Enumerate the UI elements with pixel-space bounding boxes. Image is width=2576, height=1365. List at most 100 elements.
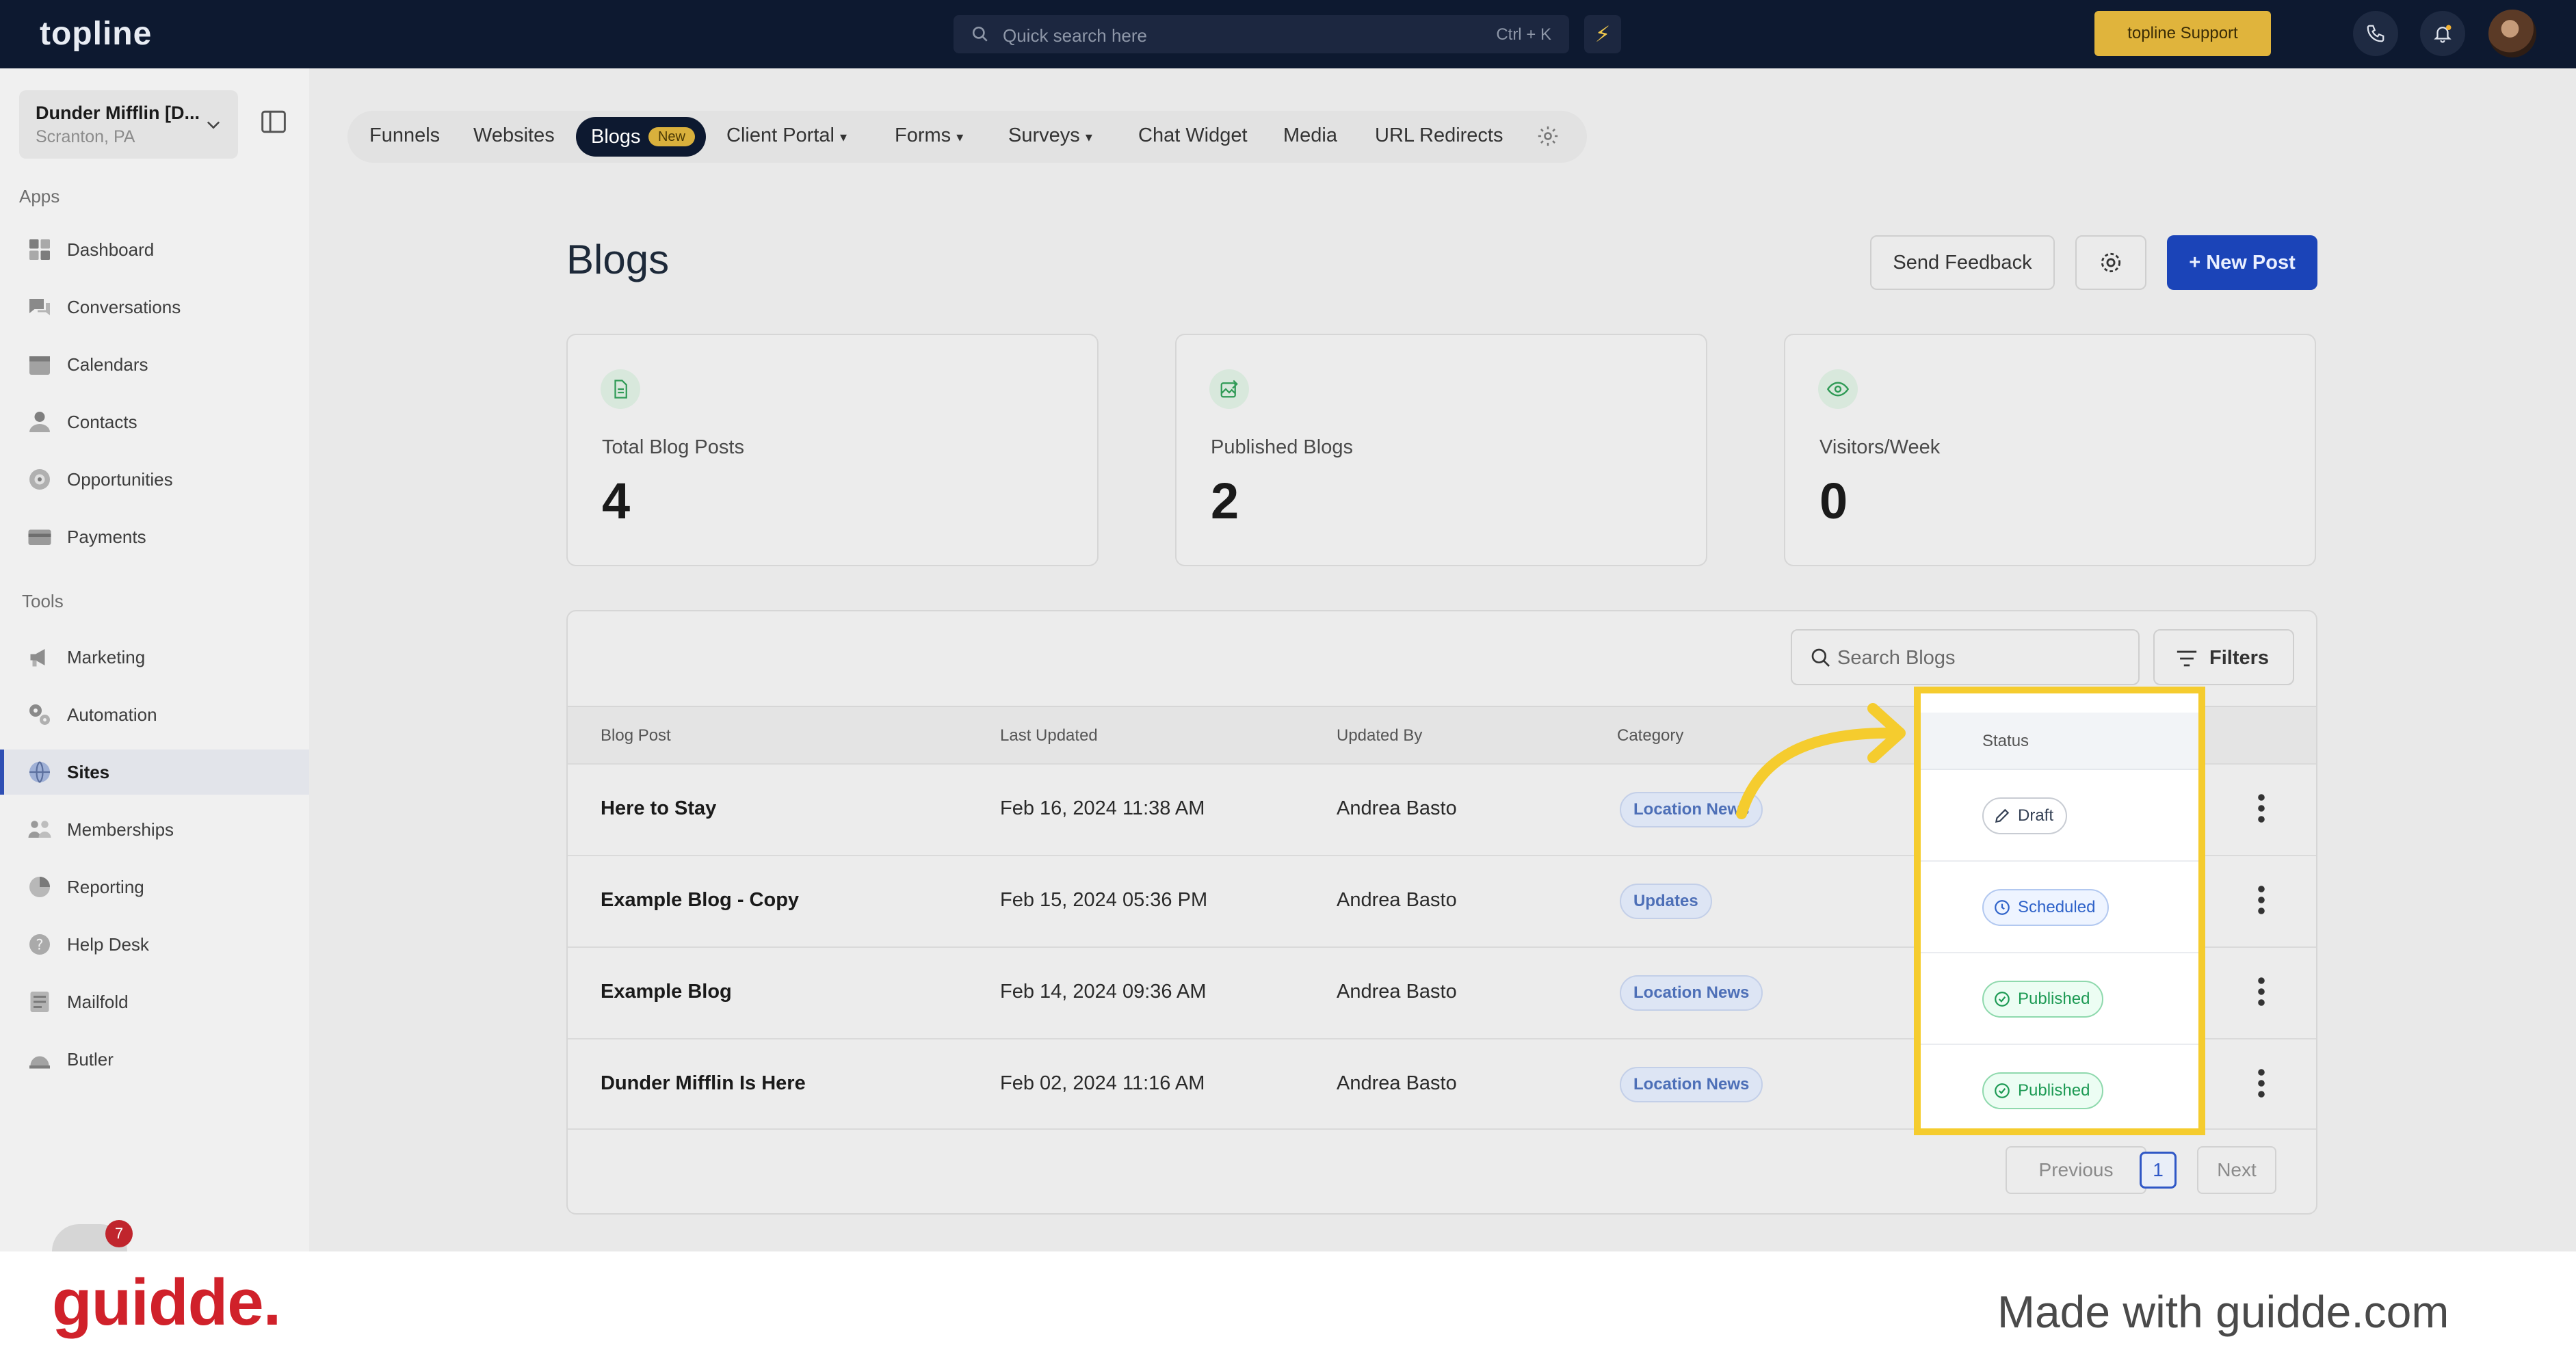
account-switcher[interactable]: Dunder Mifflin [D... Scranton, PA	[19, 90, 238, 159]
sidebar-item-label: Dashboard	[67, 239, 155, 260]
sidebar-item-dashboard[interactable]: Dashboard	[0, 227, 309, 272]
tab-surveys[interactable]: Surveys ▾	[1008, 124, 1092, 147]
search-blogs-input[interactable]: Search Blogs	[1791, 629, 2140, 685]
previous-page-button[interactable]: Previous	[2006, 1146, 2146, 1194]
column-header-last-updated[interactable]: Last Updated	[1000, 726, 1098, 745]
support-button[interactable]: topline Support	[2094, 11, 2271, 56]
chat-icon	[29, 299, 50, 315]
help-icon: ?	[29, 934, 50, 955]
column-header-blog-post[interactable]: Blog Post	[601, 726, 671, 745]
blog-post-title[interactable]: Example Blog - Copy	[601, 889, 799, 912]
search-icon	[971, 25, 989, 43]
sidebar-item-label: Butler	[67, 1048, 114, 1070]
sidebar-item-label: Help Desk	[67, 933, 149, 955]
column-header-updated-by[interactable]: Updated By	[1337, 726, 1422, 745]
more-options-icon[interactable]	[2257, 977, 2265, 1007]
sidebar-item-label: Contacts	[67, 411, 137, 432]
column-header-status[interactable]: Status	[1921, 713, 2198, 770]
tab-websites[interactable]: Websites	[473, 124, 555, 147]
bell-icon[interactable]	[2420, 11, 2465, 56]
sites-subnav: Funnels Websites Blogs New Client Portal…	[347, 111, 1587, 163]
collapse-sidebar-icon[interactable]	[260, 109, 287, 134]
updated-by: Andrea Basto	[1337, 797, 1457, 819]
calendar-icon	[29, 356, 50, 375]
quick-search-input[interactable]: Quick search here Ctrl + K	[954, 15, 1569, 53]
category-badge: Location News	[1620, 1067, 1763, 1102]
more-options-icon[interactable]	[2257, 1068, 2265, 1098]
lightning-icon[interactable]: ⚡	[1584, 15, 1621, 53]
phone-icon[interactable]	[2353, 11, 2398, 56]
gear-icon[interactable]	[1536, 124, 1560, 148]
tab-blogs[interactable]: Blogs New	[576, 117, 706, 157]
stat-label: Total Blog Posts	[602, 436, 744, 458]
status-text: Scheduled	[2018, 898, 2096, 916]
chevron-down-icon: ▾	[956, 130, 964, 145]
sidebar-item-opportunities[interactable]: Opportunities	[0, 457, 309, 502]
settings-button[interactable]	[2075, 235, 2146, 290]
mail-icon	[30, 992, 49, 1012]
sidebar-item-calendars[interactable]: Calendars	[0, 342, 309, 387]
blog-post-title[interactable]: Example Blog	[601, 981, 732, 1003]
filter-icon	[2175, 648, 2198, 669]
sidebar-item-marketing[interactable]: Marketing	[0, 635, 309, 680]
more-options-icon[interactable]	[2257, 793, 2265, 823]
sidebar-item-help-desk[interactable]: ? Help Desk	[0, 922, 309, 967]
column-header-category[interactable]: Category	[1617, 726, 1683, 745]
avatar[interactable]	[2488, 10, 2536, 57]
tab-forms-label: Forms	[895, 124, 951, 146]
clock-icon	[1995, 900, 2010, 915]
category-badge: Location News	[1620, 975, 1763, 1011]
sidebar-item-label: Mailfold	[67, 991, 129, 1012]
document-icon	[601, 369, 640, 409]
notification-widget[interactable]: 7	[52, 1220, 133, 1251]
page-title: Blogs	[566, 237, 670, 282]
tab-client-portal[interactable]: Client Portal ▾	[726, 124, 847, 147]
status-badge-published: Published	[1982, 1072, 2104, 1109]
status-badge-published: Published	[1982, 981, 2104, 1018]
stat-label: Visitors/Week	[1819, 436, 1941, 458]
sidebar-item-reporting[interactable]: Reporting	[0, 864, 309, 910]
sidebar-item-label: Sites	[67, 761, 110, 782]
tab-chat-widget[interactable]: Chat Widget	[1138, 124, 1248, 147]
more-options-icon[interactable]	[2257, 885, 2265, 915]
account-location: Scranton, PA	[36, 127, 135, 146]
status-cell: Draft	[1921, 770, 2198, 862]
guidde-logo: guidde.	[52, 1266, 281, 1339]
tab-funnels[interactable]: Funnels	[369, 124, 440, 147]
tab-surveys-label: Surveys	[1008, 124, 1080, 146]
last-updated: Feb 16, 2024 11:38 AM	[1000, 797, 1205, 819]
sidebar-item-sites[interactable]: Sites	[0, 750, 309, 795]
sidebar-item-label: Calendars	[67, 354, 148, 375]
tab-blogs-label: Blogs	[591, 126, 641, 148]
status-text: Published	[2018, 990, 2090, 1008]
updated-by: Andrea Basto	[1337, 1072, 1457, 1094]
blog-post-title[interactable]: Here to Stay	[601, 797, 716, 820]
status-column-highlight: Status Draft Scheduled Published Publish…	[1914, 687, 2205, 1135]
account-name: Dunder Mifflin [D...	[36, 103, 200, 123]
new-post-button[interactable]: + New Post	[2167, 235, 2317, 290]
tab-url-redirects[interactable]: URL Redirects	[1375, 124, 1503, 147]
quick-search-placeholder: Quick search here	[1003, 25, 1147, 46]
image-edit-icon	[1209, 369, 1249, 409]
blog-post-title[interactable]: Dunder Mifflin Is Here	[601, 1072, 806, 1095]
tab-media[interactable]: Media	[1283, 124, 1337, 147]
sidebar-item-conversations[interactable]: Conversations	[0, 284, 309, 330]
status-badge-draft: Draft	[1982, 797, 2068, 834]
sidebar-item-automation[interactable]: Automation	[0, 692, 309, 737]
sidebar-item-memberships[interactable]: Memberships	[0, 807, 309, 852]
send-feedback-button[interactable]: Send Feedback	[1870, 235, 2055, 290]
sidebar-item-label: Conversations	[67, 296, 181, 317]
page-number-button[interactable]: 1	[2140, 1152, 2177, 1189]
sidebar-item-contacts[interactable]: Contacts	[0, 399, 309, 445]
pencil-icon	[1995, 808, 2010, 823]
made-with-text: Made with guidde.com	[1997, 1286, 2449, 1337]
sidebar-item-mailfold[interactable]: Mailfold	[0, 979, 309, 1024]
sidebar-item-payments[interactable]: Payments	[0, 514, 309, 559]
stat-value: 4	[602, 473, 631, 529]
filters-button[interactable]: Filters	[2153, 629, 2294, 685]
next-page-button[interactable]: Next	[2197, 1146, 2276, 1194]
tab-forms[interactable]: Forms ▾	[895, 124, 963, 147]
sidebar-item-butler[interactable]: Butler	[0, 1037, 309, 1082]
app-logo[interactable]: topline	[40, 15, 152, 53]
search-icon	[1810, 647, 1832, 669]
